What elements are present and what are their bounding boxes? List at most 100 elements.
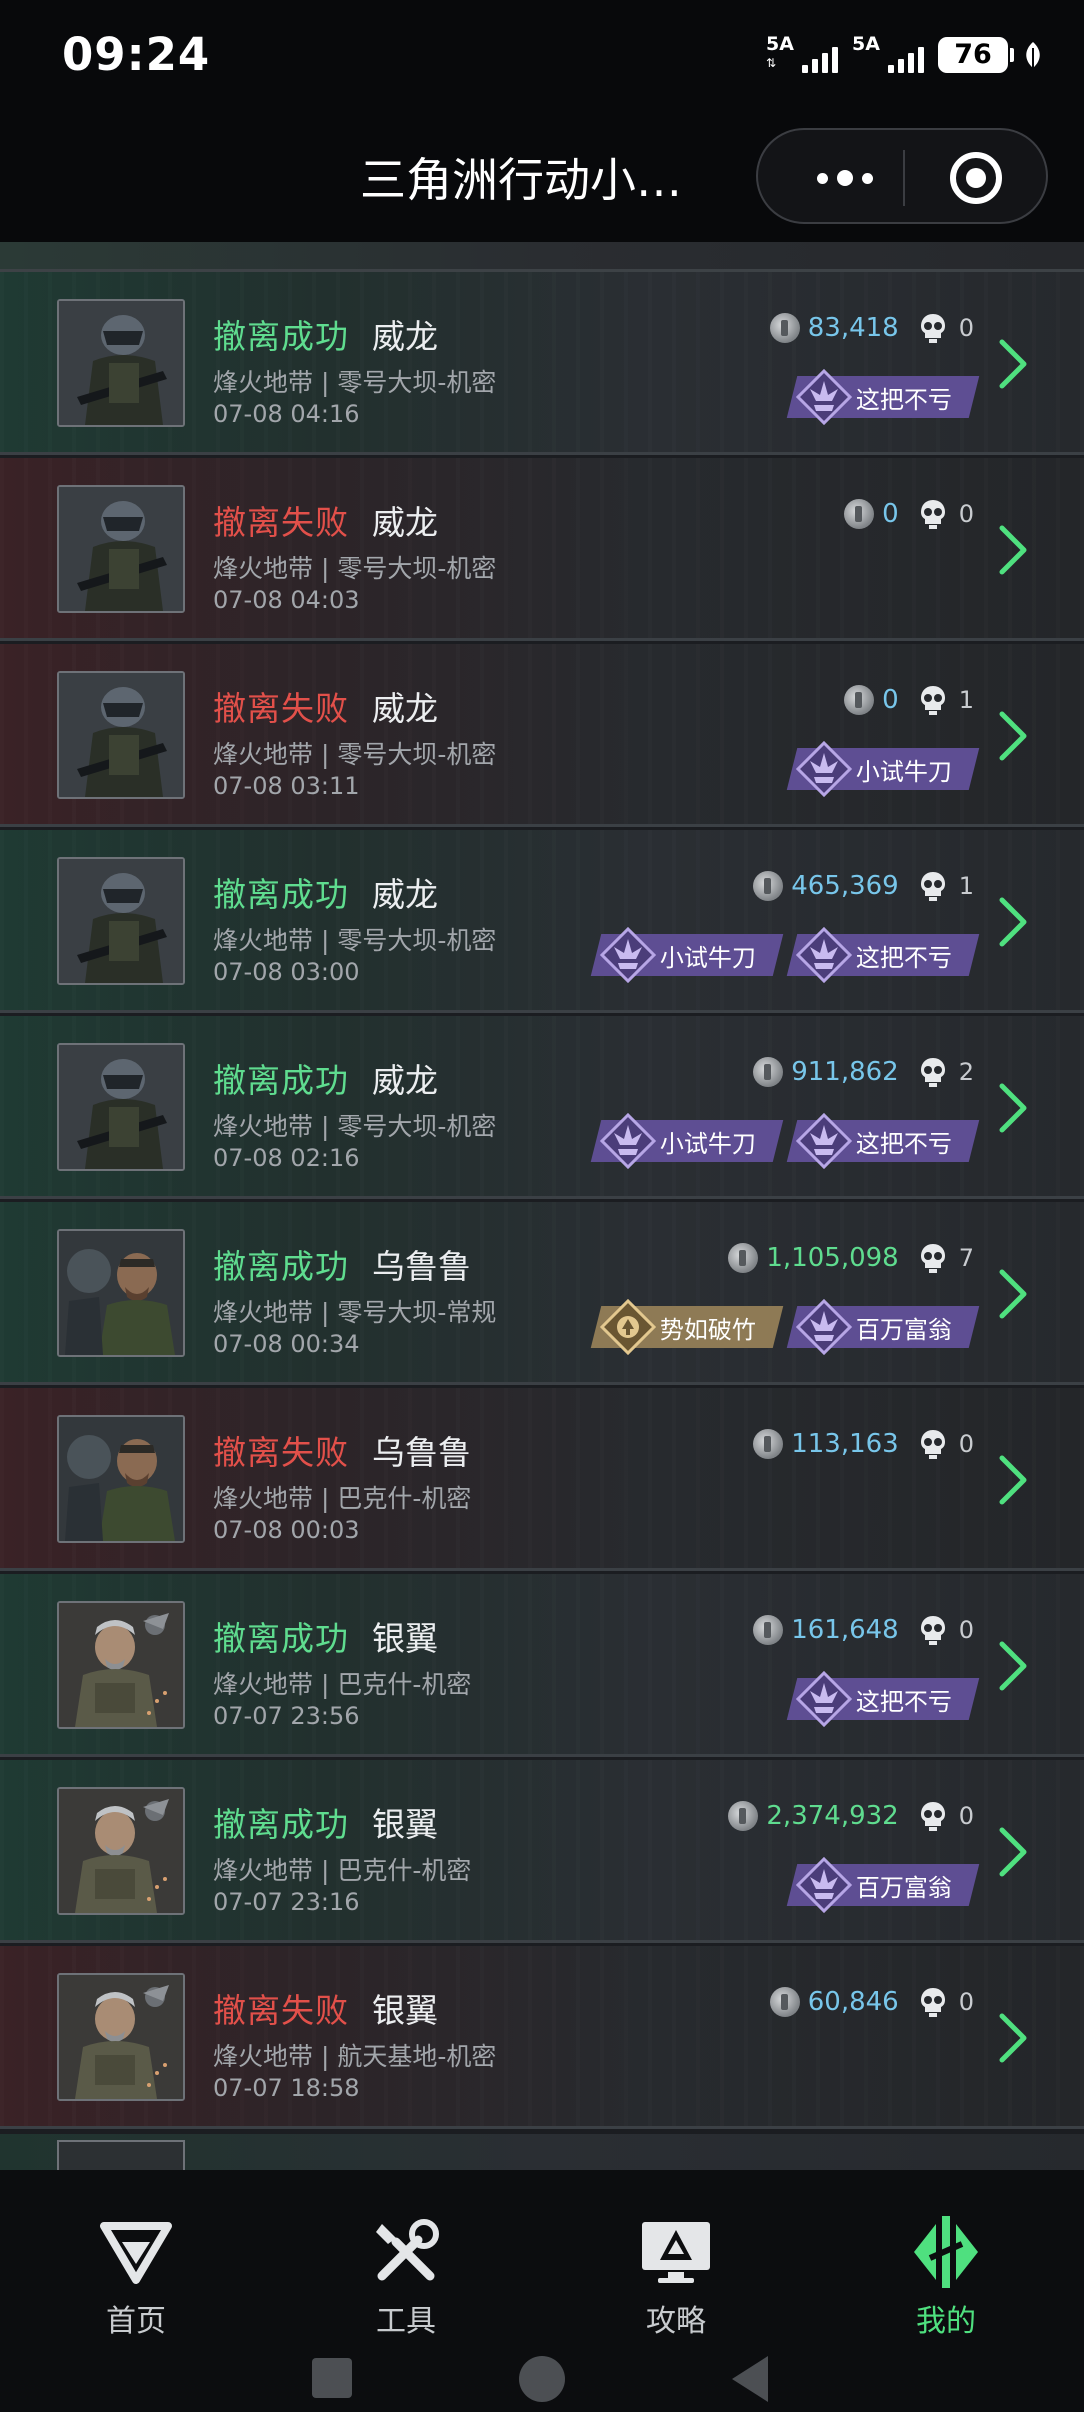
match-record-row[interactable]: 撤离成功 威龙 烽火地带 | 零号大坝-机密 07-08 02:16 911,862 2 小… <box>0 1016 1084 1199</box>
badge-emblem-icon <box>796 741 852 797</box>
match-record-row[interactable]: 撤离失败 威龙 烽火地带 | 零号大坝-机密 07-08 04:03 0 0 <box>0 458 1084 641</box>
coin-icon <box>753 871 784 901</box>
badge-emblem-icon <box>600 927 656 983</box>
operator-name: 威龙 <box>372 689 438 728</box>
nav-profile[interactable]: 我的 <box>866 2214 1026 2344</box>
loot-value: 911,862 <box>791 1057 899 1087</box>
kill-count: 0 <box>958 1430 974 1458</box>
mode-map-label: 烽火地带 | 巴克什-机密 <box>213 1484 472 1513</box>
extraction-result: 撤离失败 <box>213 503 349 542</box>
operator-avatar-wululu <box>59 1231 183 1355</box>
chevron-right-icon[interactable] <box>998 338 1028 390</box>
chevron-right-icon[interactable] <box>998 1454 1028 1506</box>
capsule-divider <box>903 150 905 206</box>
back-button[interactable] <box>732 2356 768 2402</box>
loot-value: 0 <box>882 685 899 715</box>
kill-count: 0 <box>958 314 974 342</box>
status-time: 09:24 <box>62 28 211 81</box>
match-stats: 60,846 0 <box>769 1982 974 2022</box>
badge-emblem-icon <box>600 1299 656 1355</box>
recent-apps-button[interactable] <box>312 2358 352 2398</box>
previous-row-edge <box>0 242 1084 272</box>
close-button[interactable] <box>950 152 1002 204</box>
achievement-badge: 这把不亏 <box>786 1671 980 1727</box>
extraction-result: 撤离成功 <box>213 1619 349 1658</box>
chevron-right-icon[interactable] <box>998 710 1028 762</box>
match-record-row[interactable]: 撤离失败 乌鲁鲁 烽火地带 | 巴克什-机密 07-08 00:03 113,163 0 <box>0 1388 1084 1571</box>
coin-icon <box>844 499 875 529</box>
operator-avatar-weilong <box>59 301 183 425</box>
badge-emblem-icon <box>796 369 852 425</box>
system-navigation-bar <box>0 2350 1084 2412</box>
operator-avatar-wululu <box>59 1417 183 1541</box>
loot-value: 83,418 <box>807 313 899 343</box>
match-record-list[interactable]: 撤离成功 威龙 烽火地带 | 零号大坝-机密 07-08 04:16 83,418 0 这把… <box>0 242 1084 2170</box>
status-icons: 5A ⇅ 5A 76 <box>766 30 1044 80</box>
nav-guide[interactable]: 攻略 <box>596 2214 756 2344</box>
badge-label: 小试牛刀 <box>856 757 952 786</box>
nav-home[interactable]: 首页 <box>56 2214 216 2344</box>
match-record-row[interactable]: 撤离成功 威龙 烽火地带 | 零号大坝-机密 07-08 03:00 465,369 1 小… <box>0 830 1084 1013</box>
signal-icon: 5A <box>852 33 924 77</box>
match-time: 07-07 18:58 <box>213 2074 360 2102</box>
loot-value: 1,105,098 <box>766 1243 899 1273</box>
kills-skull-icon <box>920 1988 945 2017</box>
achievement-badges: 小试牛刀 这把不亏 <box>590 927 980 983</box>
kill-count: 0 <box>958 500 974 528</box>
match-record-row[interactable]: 撤离失败 威龙 烽火地带 | 零号大坝-机密 07-08 03:11 0 1 小试牛刀 <box>0 644 1084 827</box>
loot-value: 113,163 <box>791 1429 899 1459</box>
loot-value: 465,369 <box>791 871 899 901</box>
network-type: 5A <box>852 33 880 55</box>
operator-avatar <box>57 485 185 613</box>
achievement-badge: 小试牛刀 <box>590 927 784 983</box>
operator-avatar <box>57 1601 185 1729</box>
kills-skull-icon <box>920 314 945 343</box>
match-stats: 01 <box>844 680 974 720</box>
status-bar: 09:24 5A ⇅ 5A 76 <box>0 0 1084 112</box>
chevron-right-icon[interactable] <box>998 524 1028 576</box>
chevron-right-icon[interactable] <box>998 1640 1028 1692</box>
match-time: 07-08 04:03 <box>213 586 360 614</box>
operator-avatar <box>57 1973 185 2101</box>
operator-name: 乌鲁鲁 <box>372 1433 471 1472</box>
achievement-badge: 势如破竹 <box>590 1299 784 1355</box>
badge-label: 百万富翁 <box>856 1315 952 1344</box>
match-record-row[interactable]: 撤离失败 银翼 烽火地带 | 航天基地-机密 07-07 18:58 60,846 0 <box>0 1946 1084 2129</box>
more-button[interactable] <box>802 158 888 198</box>
home-button[interactable] <box>519 2356 565 2402</box>
extraction-result: 撤离失败 <box>213 1433 349 1472</box>
mode-map-label: 烽火地带 | 航天基地-机密 <box>213 2042 497 2071</box>
kill-count: 0 <box>958 1616 974 1644</box>
match-record-row[interactable]: 撤离成功 威龙 烽火地带 | 零号大坝-机密 07-08 04:16 83,418 0 这把… <box>0 272 1084 455</box>
chevron-right-icon[interactable] <box>998 2012 1028 2064</box>
badge-emblem-icon <box>796 1857 852 1913</box>
achievement-badge: 这把不亏 <box>786 927 980 983</box>
nav-tools[interactable]: 工具 <box>326 2214 486 2344</box>
coin-icon <box>728 1243 759 1273</box>
extraction-result: 撤离成功 <box>213 1805 349 1844</box>
badge-label: 小试牛刀 <box>660 1129 756 1158</box>
extraction-result: 撤离成功 <box>213 875 349 914</box>
match-time: 07-08 03:11 <box>213 772 360 800</box>
chevron-right-icon[interactable] <box>998 1082 1028 1134</box>
operator-name: 威龙 <box>372 503 438 542</box>
operator-avatar-weilong <box>59 1045 183 1169</box>
match-record-row[interactable]: 撤离成功 乌鲁鲁 烽火地带 | 零号大坝-常规 07-08 00:34 1,105,09… <box>0 1202 1084 1385</box>
operator-avatar <box>57 1043 185 1171</box>
badge-label: 这把不亏 <box>856 1687 952 1716</box>
chevron-right-icon[interactable] <box>998 1826 1028 1878</box>
coin-icon <box>753 1429 784 1459</box>
match-record-row[interactable]: 撤离成功 银翼 烽火地带 | 巴克什-机密 07-07 23:16 2,374,932 0… <box>0 1760 1084 1943</box>
achievement-badge: 这把不亏 <box>786 1113 980 1169</box>
operator-name: 威龙 <box>372 875 438 914</box>
mode-map-label: 烽火地带 | 零号大坝-机密 <box>213 554 497 583</box>
chevron-right-icon[interactable] <box>998 896 1028 948</box>
match-record-row[interactable]: 撤离成功 银翼 烽火地带 | 巴克什-机密 07-07 23:56 161,648 0 这把… <box>0 1574 1084 1757</box>
operator-avatar <box>57 299 185 427</box>
match-time: 07-08 02:16 <box>213 1144 360 1172</box>
match-stats: 161,648 0 <box>753 1610 974 1650</box>
chevron-right-icon[interactable] <box>998 1268 1028 1320</box>
operator-name: 银翼 <box>372 1805 438 1844</box>
operator-avatar <box>57 1787 185 1915</box>
profile-logo-icon <box>914 2216 978 2288</box>
